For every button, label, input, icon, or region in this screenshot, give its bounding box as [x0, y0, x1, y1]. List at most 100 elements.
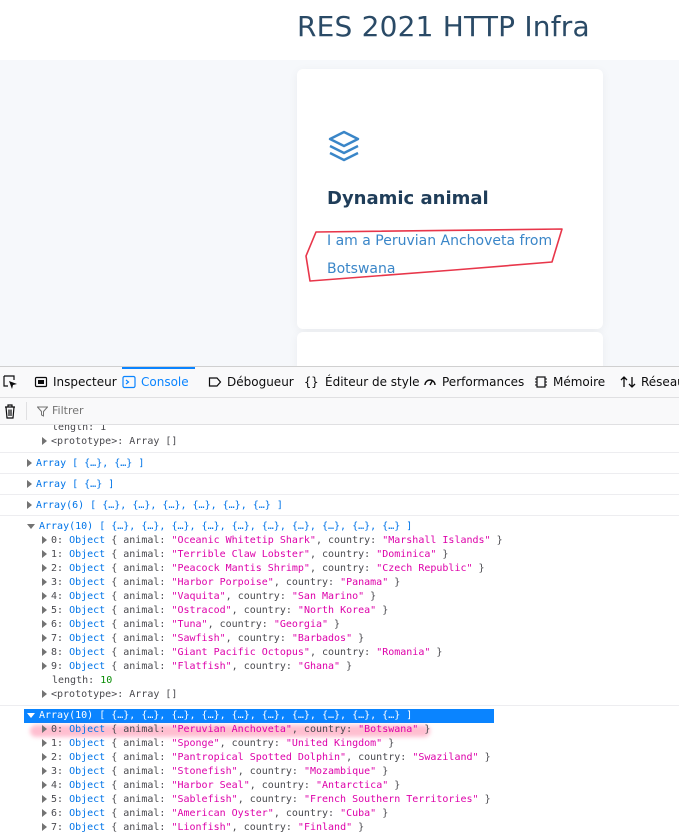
animal-key: animal:: [123, 661, 166, 672]
object-label: Object: [69, 661, 106, 672]
array-item-row[interactable]: 2: Object { animal: "Pantropical Spotted…: [42, 751, 679, 765]
object-label: Object: [69, 822, 106, 833]
expand-arrow-icon: [27, 480, 32, 488]
console-log-entry[interactable]: Array [ {…}, {…} ]: [27, 457, 679, 471]
console-log-entry-selected[interactable]: Array(10) [ {…}, {…}, {…}, {…}, {…}, {…}…: [24, 709, 494, 723]
brace-open: {: [105, 808, 124, 819]
country-key: country:: [249, 794, 298, 805]
array-item-row[interactable]: 7: Object { animal: "Lionfish", country:…: [42, 821, 679, 835]
colon-text: :: [57, 780, 70, 791]
array-item-row[interactable]: 3: Object { animal: "Harbor Porpoise", c…: [42, 576, 679, 590]
devtools-panel: Inspecteur Console Débogueur {} Éditeur …: [0, 366, 679, 838]
brace-open: {: [105, 605, 124, 616]
country-value: "Ghana": [297, 661, 341, 672]
animal-value: "Sponge": [171, 738, 220, 749]
colon-text: :: [57, 591, 70, 602]
expand-arrow-icon: [42, 725, 47, 733]
array-item-row[interactable]: 4: Object { animal: "Harbor Seal", count…: [42, 779, 679, 793]
object-label: Object: [69, 724, 106, 735]
object-label: Object: [69, 633, 106, 644]
tab-reseau[interactable]: Réseau: [620, 367, 679, 397]
array-item-row[interactable]: 1: Object { animal: "Sponge", country: "…: [42, 737, 679, 751]
country-value: "Dominica": [376, 549, 437, 560]
country-key: country:: [285, 808, 335, 819]
country-key: country:: [285, 577, 335, 588]
brace-open: {: [105, 738, 124, 749]
console-log-entry[interactable]: Array(6) [ {…}, {…}, {…}, {…}, {…}, {…} …: [27, 499, 679, 513]
animal-value: "Flatfish": [171, 661, 232, 672]
country-value: "Swaziland": [412, 752, 479, 763]
site-header: RES 2021 HTTP Infra: [0, 0, 679, 60]
colon-text: :: [57, 661, 70, 672]
collapse-arrow-icon: [27, 712, 35, 718]
object-label: Object: [69, 549, 106, 560]
array-item-row[interactable]: 0: Object { animal: "Oceanic Whitetip Sh…: [42, 534, 679, 548]
expand-arrow-icon: [42, 592, 47, 600]
array-item-row[interactable]: 0: Object { animal: "Peruvian Anchoveta"…: [42, 723, 679, 737]
country-value: "Georgia": [273, 619, 329, 630]
console-log-entry[interactable]: Array [ {…} ]: [27, 478, 679, 492]
tab-label: Performances: [442, 375, 525, 389]
animal-value: "Pantropical Spotted Dolphin": [171, 752, 347, 763]
colon-text: :: [57, 822, 70, 833]
animal-value: "Giant Pacific Octopus": [171, 647, 310, 658]
array-item-row[interactable]: 2: Object { animal: "Peacock Mantis Shri…: [42, 562, 679, 576]
country-value: "Mozambique": [303, 766, 377, 777]
array-item-row[interactable]: 6: Object { animal: "American Oyster", c…: [42, 807, 679, 821]
svg-text:{}: {}: [304, 375, 318, 389]
filter-input[interactable]: Filtrer: [52, 404, 84, 417]
log-text: Array [ {…}, {…} ]: [36, 458, 145, 469]
animal-value: "Vaquita": [171, 591, 226, 602]
comma-text: ,: [231, 605, 244, 616]
tab-inspecteur[interactable]: Inspecteur: [34, 367, 117, 397]
console-prototype-line[interactable]: <prototype>: Array []: [42, 435, 679, 449]
colon-text: :: [57, 752, 70, 763]
red-annotation-outline: [305, 228, 563, 282]
array-item-row[interactable]: 3: Object { animal: "Stonefish", country…: [42, 765, 679, 779]
animal-key: animal:: [123, 549, 166, 560]
expand-arrow-icon: [27, 459, 32, 467]
array-item-row[interactable]: 7: Object { animal: "Sawfish", country: …: [42, 632, 679, 646]
country-value: "Botswana": [358, 724, 419, 735]
colon-text: :: [57, 577, 70, 588]
console-log-entry-expanded[interactable]: Array(10) [ {…}, {…}, {…}, {…}, {…}, {…}…: [27, 520, 679, 534]
debugger-icon: [208, 377, 222, 387]
comma-text: ,: [309, 647, 322, 658]
tab-performances[interactable]: Performances: [423, 367, 524, 397]
expand-arrow-icon: [42, 437, 47, 445]
comma-text: ,: [346, 752, 359, 763]
array-item-row[interactable]: 9: Object { animal: "Flatfish", country:…: [42, 660, 679, 674]
animal-key: animal:: [123, 633, 166, 644]
array-item-row[interactable]: 5: Object { animal: "Sablefish", country…: [42, 793, 679, 807]
brace-open: {: [105, 724, 124, 735]
array-item-row[interactable]: 6: Object { animal: "Tuna", country: "Ge…: [42, 618, 679, 632]
tab-console[interactable]: Console: [122, 367, 195, 397]
animal-value: "Ostracod": [171, 605, 232, 616]
tab-label: Mémoire: [553, 375, 606, 389]
tab-memoire[interactable]: Mémoire: [534, 367, 605, 397]
trash-icon[interactable]: [3, 403, 17, 419]
country-key: country:: [249, 766, 298, 777]
object-label: Object: [69, 752, 106, 763]
brace-open: {: [105, 633, 124, 644]
brace-open: {: [105, 619, 124, 630]
array-item-row[interactable]: 5: Object { animal: "Ostracod", country:…: [42, 604, 679, 618]
array-item-row[interactable]: 4: Object { animal: "Vaquita", country: …: [42, 590, 679, 604]
tab-debogueur[interactable]: Débogueur: [208, 367, 294, 397]
brace-close: }: [376, 808, 389, 819]
array-item-row[interactable]: 1: Object { animal: "Terrible Claw Lobst…: [42, 548, 679, 562]
array-item-row[interactable]: 8: Object { animal: "Giant Pacific Octop…: [42, 646, 679, 660]
array-length-line: length: 10: [52, 674, 679, 688]
layers-icon: [328, 130, 360, 162]
array-prototype-line[interactable]: <prototype>: Array []: [42, 688, 679, 702]
tab-editeur-de-style[interactable]: {} Éditeur de style: [304, 367, 420, 397]
colon-text: :: [57, 794, 70, 805]
colon-text: :: [57, 619, 70, 630]
object-label: Object: [69, 591, 106, 602]
animal-value: "Sawfish": [171, 633, 226, 644]
country-value: "San Marino": [291, 591, 365, 602]
comma-text: ,: [249, 780, 262, 791]
country-key: country:: [231, 738, 280, 749]
element-picker-icon[interactable]: [2, 374, 18, 390]
comma-text: ,: [225, 633, 238, 644]
